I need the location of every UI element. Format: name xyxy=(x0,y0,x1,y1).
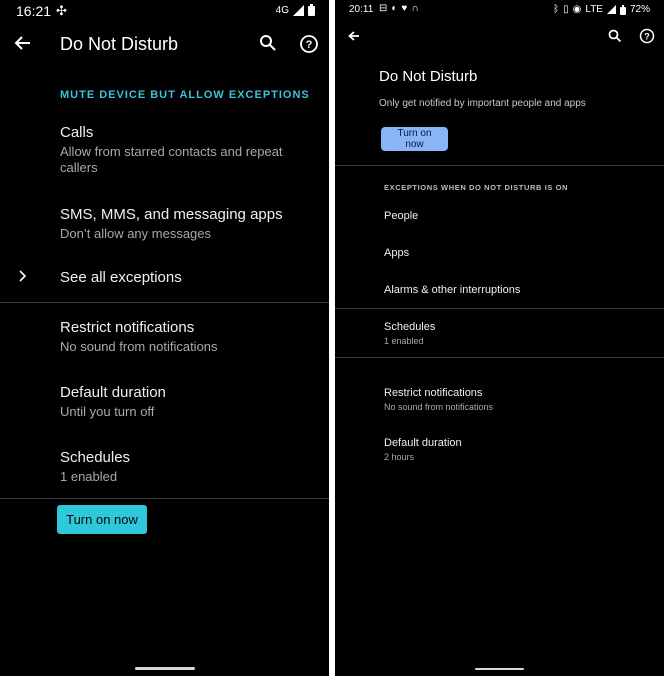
item-subtitle: Allow from starred contacts and repeat c… xyxy=(60,144,283,175)
item-subtitle: Don’t allow any messages xyxy=(60,226,212,241)
list-item-alarms[interactable]: Alarms & other interruptions xyxy=(335,279,664,305)
search-button[interactable] xyxy=(606,27,624,45)
page-subtitle: Only get notified by important people an… xyxy=(379,98,586,109)
item-title: Schedules xyxy=(60,449,131,466)
item-title: Restrict notifications xyxy=(384,387,483,399)
turn-on-now-button[interactable]: Turn on now xyxy=(381,127,448,151)
help-button[interactable]: ? xyxy=(637,26,657,46)
item-title: SMS, MMS, and messaging apps xyxy=(60,206,283,223)
section-label: EXCEPTIONS WHEN DO NOT DISTURB IS ON xyxy=(384,183,569,192)
home-indicator[interactable] xyxy=(135,667,195,670)
page-title: Do Not Disturb xyxy=(60,34,179,54)
divider xyxy=(335,357,664,358)
item-title: Alarms & other interruptions xyxy=(384,284,521,296)
bluetooth-icon: ᛒ xyxy=(553,4,560,15)
hotspot-icon: ◉ xyxy=(572,4,582,15)
help-button[interactable]: ? xyxy=(298,33,320,55)
item-title: Calls xyxy=(60,124,94,141)
search-icon xyxy=(260,35,276,51)
list-item-calls[interactable]: Calls Allow from starred contacts and re… xyxy=(0,122,329,186)
section-label: MUTE DEVICE BUT ALLOW EXCEPTIONS xyxy=(60,89,310,101)
list-item-schedules[interactable]: Schedules 1 enabled xyxy=(0,447,329,495)
item-title: Default duration xyxy=(384,437,462,449)
page-title: Do Not Disturb xyxy=(379,68,478,85)
divider xyxy=(335,165,664,166)
help-circle-icon: ? xyxy=(300,35,318,53)
item-subtitle: 1 enabled xyxy=(60,469,118,484)
network-label: 4G xyxy=(275,4,289,16)
divider xyxy=(0,302,329,303)
battery-percent: 72% xyxy=(629,4,650,15)
item-subtitle: Until you turn off xyxy=(60,404,155,419)
network-label: LTE xyxy=(585,4,603,15)
item-title: Apps xyxy=(384,247,410,259)
list-item-restrict-notifications[interactable]: Restrict notifications No sound from not… xyxy=(335,384,664,418)
battery-icon xyxy=(308,4,315,16)
notification-icon: ✣ xyxy=(56,3,67,18)
vibrate-icon: ▯ xyxy=(563,4,569,15)
status-time: 16:21 xyxy=(16,3,52,19)
list-item-default-duration[interactable]: Default duration 2 hours xyxy=(335,434,664,468)
status-icons: ᛒ ▯ ◉ LTE 72% xyxy=(553,4,650,15)
list-item-see-all-exceptions[interactable]: See all exceptions xyxy=(0,263,329,297)
divider xyxy=(0,498,329,499)
status-bar: 16:21 ✣ 4G xyxy=(0,0,329,22)
signal-icon xyxy=(606,5,616,14)
right-screen: 20:11 ⊟◐♥∩ ᛒ ▯ ◉ LTE 72% ? Do Not Distur… xyxy=(335,0,664,676)
left-screen: 16:21 ✣ 4G Do Not Disturb ? MUTE DEVICE … xyxy=(0,0,329,676)
list-item-schedules[interactable]: Schedules 1 enabled xyxy=(335,318,664,352)
arrow-left-icon xyxy=(14,36,30,50)
list-item-restrict-notifications[interactable]: Restrict notifications No sound from not… xyxy=(0,317,329,365)
item-title: People xyxy=(384,210,419,222)
item-title: Schedules xyxy=(384,321,436,333)
home-indicator[interactable] xyxy=(475,668,524,670)
status-icons: 4G xyxy=(276,4,315,16)
svg-text:?: ? xyxy=(306,39,313,51)
divider xyxy=(335,308,664,309)
item-subtitle: No sound from notifications xyxy=(384,402,494,412)
turn-on-now-button[interactable]: Turn on now xyxy=(57,505,147,534)
item-title: Default duration xyxy=(60,384,166,401)
list-item-apps[interactable]: Apps xyxy=(335,242,664,268)
status-bar: 20:11 ⊟◐♥∩ ᛒ ▯ ◉ LTE 72% xyxy=(335,0,664,22)
search-icon xyxy=(608,29,622,43)
list-item-messaging[interactable]: SMS, MMS, and messaging apps Don’t allow… xyxy=(0,204,329,252)
item-subtitle: 2 hours xyxy=(384,452,415,462)
search-button[interactable] xyxy=(258,33,278,53)
item-subtitle: No sound from notifications xyxy=(60,339,218,354)
signal-icon xyxy=(293,4,304,16)
item-subtitle: 1 enabled xyxy=(384,336,424,346)
item-title: Restrict notifications xyxy=(60,319,195,336)
back-button[interactable] xyxy=(12,32,34,54)
list-item-default-duration[interactable]: Default duration Until you turn off xyxy=(0,382,329,430)
status-time: 20:11 xyxy=(349,4,374,15)
help-circle-icon: ? xyxy=(639,28,655,44)
back-button[interactable] xyxy=(345,27,363,45)
notification-icons: ⊟◐♥∩ xyxy=(379,3,423,14)
list-item-people[interactable]: People xyxy=(335,205,664,231)
chevron-right-icon xyxy=(18,269,28,288)
item-title: See all exceptions xyxy=(60,269,182,286)
arrow-left-icon xyxy=(348,31,359,41)
battery-icon xyxy=(619,4,626,15)
svg-text:?: ? xyxy=(644,32,650,42)
